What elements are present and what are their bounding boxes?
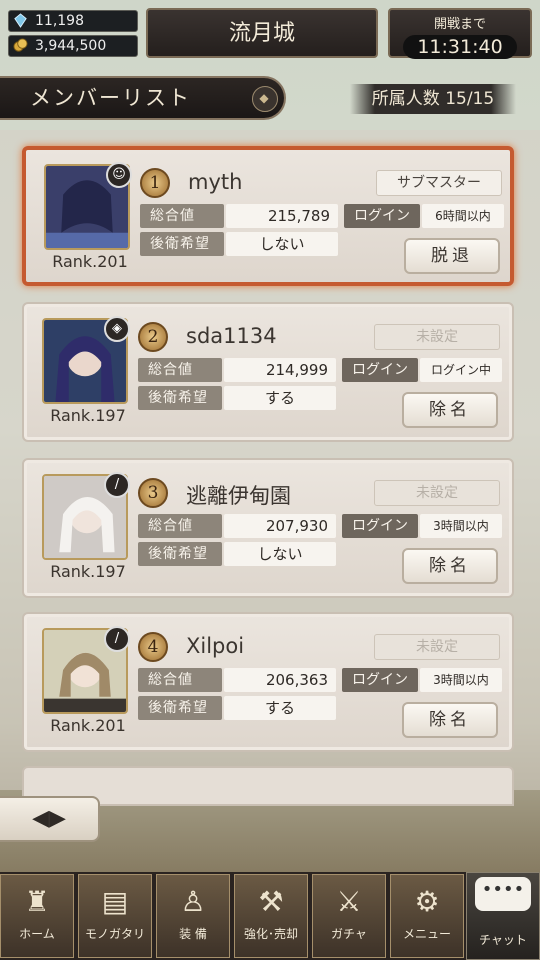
position-medal: 1 — [140, 168, 170, 198]
total-value: 215,789 — [226, 204, 338, 228]
sword-icon: / — [104, 626, 130, 652]
gears-icon: ⚙ — [414, 885, 440, 918]
nav-home[interactable]: ♜ ホーム — [0, 874, 74, 958]
timer-value: 11:31:40 — [403, 35, 517, 59]
position-medal: 2 — [138, 322, 168, 352]
nav-label: 強化･売却 — [243, 927, 298, 941]
login-label: ログイン — [344, 204, 420, 228]
gems-value: 11,198 — [35, 13, 84, 29]
crossed-swords-icon: ⚔ — [336, 885, 362, 918]
member-card-1[interactable]: ☺ Rank.201 1 myth サブマスター 総合値 215,789 ログイ… — [22, 146, 514, 286]
gold-counter: 3,944,500 — [8, 35, 138, 57]
rear-value: する — [224, 696, 336, 720]
chat-button[interactable]: •••• チャット — [466, 872, 540, 960]
nav-enhance-sell[interactable]: ⚒ 強化･売却 — [234, 874, 308, 958]
login-label: ログイン — [342, 514, 418, 538]
member-rank: Rank.201 — [52, 252, 128, 271]
member-role: 未設定 — [374, 480, 500, 506]
nav-story[interactable]: ▤ モノガタリ — [78, 874, 152, 958]
mask-icon: ☺ — [106, 162, 132, 188]
member-rank: Rank.197 — [50, 406, 126, 425]
battle-timer: 開戦まで 11:31:40 — [388, 8, 532, 59]
member-card-2[interactable]: ◈ Rank.197 2 sda1134 未設定 総合値 214,999 ログイ… — [22, 302, 514, 442]
sword-icon: / — [104, 472, 130, 498]
armor-icon: ♙ — [180, 885, 206, 918]
rear-value: する — [224, 386, 336, 410]
gold-value: 3,944,500 — [35, 38, 107, 54]
back-arrow-icon: ◀▶ — [32, 806, 66, 831]
total-value: 207,930 — [224, 514, 336, 538]
total-value: 214,999 — [224, 358, 336, 382]
position-medal: 3 — [138, 478, 168, 508]
timer-label: 開戦まで — [433, 17, 486, 32]
rear-value: しない — [224, 542, 336, 566]
member-role: 未設定 — [374, 324, 500, 350]
nav-label: モノガタリ — [84, 927, 145, 941]
nav-label: 装 備 — [179, 927, 207, 941]
gem-icon — [14, 13, 27, 28]
coins-icon — [13, 38, 28, 52]
nav-label: ホーム — [19, 927, 55, 941]
member-rank: Rank.197 — [50, 562, 126, 581]
nav-label: メニュー — [402, 927, 451, 941]
nav-menu[interactable]: ⚙ メニュー — [390, 874, 464, 958]
back-button[interactable]: ◀▶ — [0, 796, 100, 842]
rear-value: しない — [226, 232, 338, 256]
member-name: Xilpoi — [186, 634, 245, 658]
member-role: 未設定 — [374, 634, 500, 660]
login-label: ログイン — [342, 668, 418, 692]
rear-label: 後衛希望 — [140, 232, 224, 256]
nav-gacha[interactable]: ⚔ ガチャ — [312, 874, 386, 958]
nav-label: ガチャ — [331, 927, 367, 941]
member-role: サブマスター — [376, 170, 502, 196]
kick-button[interactable]: 除名 — [402, 702, 498, 738]
login-value: 6時間以内 — [422, 204, 504, 228]
shield-icon: ◈ — [104, 316, 130, 342]
leave-button[interactable]: 脱退 — [404, 238, 500, 274]
rear-label: 後衛希望 — [138, 386, 222, 410]
login-value: 3時間以内 — [420, 514, 502, 538]
total-label: 総合値 — [138, 514, 222, 538]
member-rank: Rank.201 — [50, 716, 126, 735]
member-list-header: メンバーリスト ◆ — [0, 76, 286, 120]
rear-label: 後衛希望 — [138, 542, 222, 566]
rear-label: 後衛希望 — [138, 696, 222, 720]
nav-equipment[interactable]: ♙ 装 備 — [156, 874, 230, 958]
member-count: 所属人数 15/15 — [350, 84, 516, 114]
guild-name: 流月城 — [146, 8, 378, 58]
member-card-4[interactable]: / Rank.201 4 Xilpoi 未設定 総合値 206,363 ログイン… — [22, 612, 514, 752]
member-list-title: メンバーリスト — [30, 86, 191, 110]
book-icon: ▤ — [101, 885, 129, 918]
total-label: 総合値 — [138, 358, 222, 382]
position-medal: 4 — [138, 632, 168, 662]
chat-bubble-icon: •••• — [475, 877, 531, 911]
login-label: ログイン — [342, 358, 418, 382]
member-name: sda1134 — [186, 324, 277, 348]
total-label: 総合値 — [140, 204, 224, 228]
kick-button[interactable]: 除名 — [402, 548, 498, 584]
forge-icon: ⚒ — [258, 885, 284, 918]
sort-toggle-icon[interactable]: ◆ — [252, 86, 278, 112]
member-name: 逃離伊甸園 — [186, 484, 291, 508]
gems-counter: 11,198 — [8, 10, 138, 32]
login-value: 3時間以内 — [420, 668, 502, 692]
member-card-3[interactable]: / Rank.197 3 逃離伊甸園 未設定 総合値 207,930 ログイン … — [22, 458, 514, 598]
login-value: ログイン中 — [420, 358, 502, 382]
chat-label: チャット — [479, 933, 527, 947]
total-value: 206,363 — [224, 668, 336, 692]
member-name: myth — [188, 170, 243, 194]
total-label: 総合値 — [138, 668, 222, 692]
kick-button[interactable]: 除名 — [402, 392, 498, 428]
castle-icon: ♜ — [24, 885, 50, 918]
